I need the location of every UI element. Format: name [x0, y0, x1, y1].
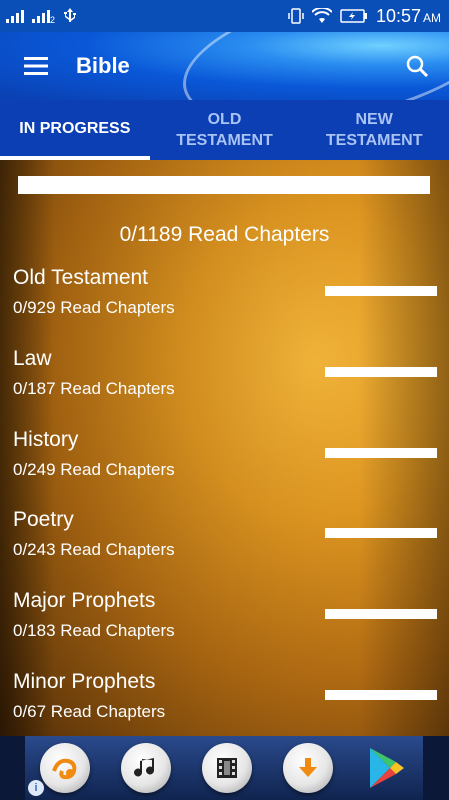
clock: 10:57 AM — [376, 6, 441, 27]
category-progress-bar — [325, 609, 437, 619]
ad-info-label: i — [34, 782, 38, 794]
search-icon — [406, 55, 428, 77]
tab-new-testament[interactable]: NEW TESTAMENT — [299, 100, 449, 160]
play-store-icon[interactable] — [364, 743, 408, 793]
category-name: Poetry — [13, 508, 74, 531]
category-name: Major Prophets — [13, 589, 156, 612]
category-progress-bar — [325, 690, 437, 700]
clock-ampm: AM — [423, 10, 441, 25]
ad-info-icon[interactable]: i — [28, 780, 44, 796]
category-progress-bar — [325, 448, 437, 458]
category-name: History — [13, 428, 79, 451]
category-progress-bar — [325, 286, 437, 296]
category-poetry[interactable]: Poetry 0/243 Read Chapters — [13, 508, 443, 578]
tab-label: NEW TESTAMENT — [325, 111, 423, 149]
category-minor-prophets[interactable]: Minor Prophets 0/67 Read Chapters — [13, 670, 443, 736]
download-arrow-icon[interactable] — [282, 743, 333, 793]
status-bar: 2 10:57 AM — [0, 0, 449, 32]
total-read-chapters: 0/1189 Read Chapters — [119, 223, 330, 246]
progress-content[interactable]: 0/1189 Read Chapters Old Testament 0/929… — [0, 160, 449, 736]
search-button[interactable] — [399, 48, 435, 84]
category-old-testament[interactable]: Old Testament 0/929 Read Chapters — [13, 266, 443, 336]
tab-old-testament[interactable]: OLD TESTAMENT — [150, 100, 300, 160]
clock-time: 10:57 — [375, 5, 421, 26]
tab-in-progress[interactable]: IN PROGRESS — [0, 100, 150, 160]
signal-sim2-icon — [32, 10, 50, 23]
video-film-icon[interactable] — [201, 743, 252, 793]
ad-content[interactable] — [25, 736, 423, 800]
category-count: 0/243 Read Chapters — [13, 540, 175, 559]
signal-icon — [6, 10, 24, 23]
hamburger-menu-icon — [24, 57, 48, 75]
category-progress-bar — [325, 528, 437, 538]
uc-browser-icon[interactable] — [40, 743, 91, 793]
category-major-prophets[interactable]: Major Prophets 0/183 Read Chapters — [13, 589, 443, 659]
usb-icon — [64, 8, 77, 22]
app-bar: Bible — [0, 32, 449, 100]
music-note-icon[interactable] — [121, 743, 172, 793]
ad-banner[interactable] — [0, 736, 449, 800]
category-history[interactable]: History 0/249 Read Chapters — [13, 428, 443, 498]
tab-label: IN PROGRESS — [19, 119, 131, 137]
category-count: 0/187 Read Chapters — [13, 379, 175, 398]
category-name: Law — [13, 347, 52, 370]
app-title: Bible — [76, 53, 130, 78]
category-law[interactable]: Law 0/187 Read Chapters — [13, 347, 443, 417]
wifi-icon — [311, 8, 332, 23]
category-count: 0/249 Read Chapters — [13, 460, 175, 479]
category-name: Minor Prophets — [13, 670, 156, 693]
battery-icon — [340, 9, 367, 23]
category-count: 0/929 Read Chapters — [13, 298, 175, 317]
total-progress-bar — [18, 176, 430, 194]
sim2-label: 2 — [50, 15, 56, 25]
vibrate-icon — [288, 8, 304, 24]
tab-bar: IN PROGRESS OLD TESTAMENT NEW TESTAMENT — [0, 100, 449, 160]
tab-label: OLD TESTAMENT — [176, 111, 273, 149]
category-count: 0/183 Read Chapters — [13, 621, 175, 640]
category-count: 0/67 Read Chapters — [13, 702, 166, 721]
category-name: Old Testament — [13, 266, 149, 289]
menu-button[interactable] — [14, 44, 58, 88]
category-progress-bar — [325, 367, 437, 377]
